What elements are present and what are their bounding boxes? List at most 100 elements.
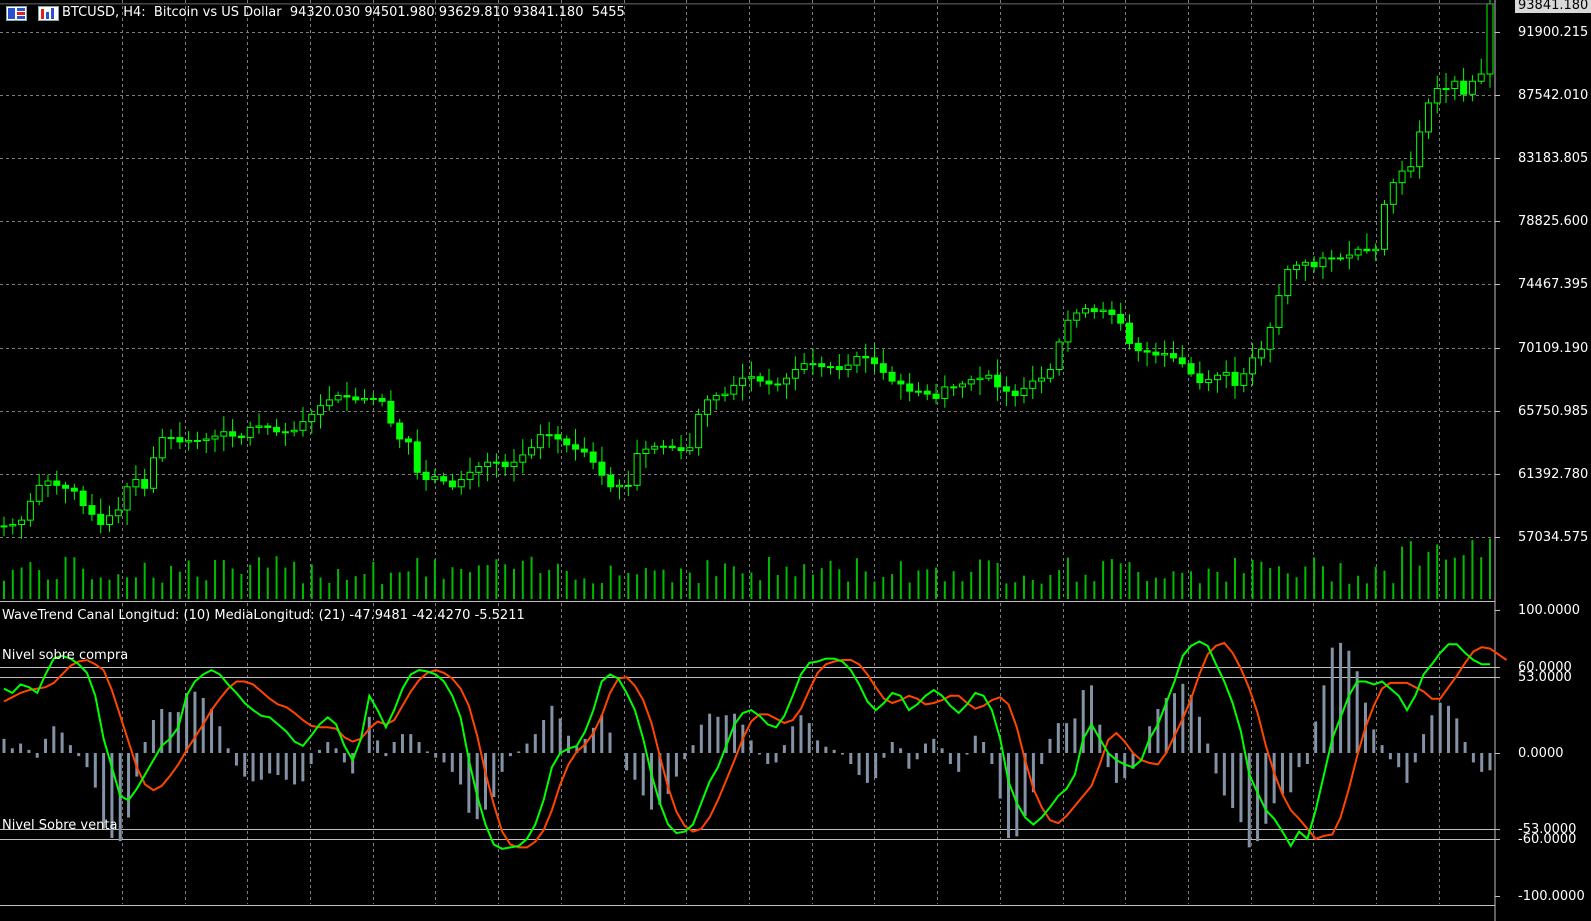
candle-body [1328,257,1336,260]
candle-body [484,461,492,468]
candle-body [1152,351,1160,356]
candle-body [800,363,808,370]
price-tick-label: 65750.985 [1518,403,1589,419]
candle-body [35,484,43,502]
price-tick-label: 91900.215 [1518,24,1589,40]
candle-body [1319,257,1327,268]
candle-body [281,431,289,434]
candle-body [448,480,456,488]
candle-body [932,393,940,399]
indicator-tick-label: 100.0000 [1518,602,1581,618]
candle-body [1038,377,1046,382]
candle-body [1082,308,1090,314]
candle-body [475,466,483,473]
candle-body [818,363,826,368]
wt2-line [3,641,1508,849]
candle-body [185,439,193,443]
candle-body [141,479,149,489]
candle-body [334,395,342,401]
candle-body [941,386,949,399]
candle-body [1293,264,1301,271]
candle-body [1099,309,1107,313]
price-tick-label: 83183.805 [1518,150,1589,166]
candle-body [1407,166,1415,172]
candle-body [62,484,70,489]
candle-body [1205,379,1213,384]
candle-body [774,383,782,386]
candle-body [1275,295,1283,328]
candle-body [1345,254,1353,259]
candle-body [202,438,210,441]
candle-body [18,519,26,525]
candle-body [607,474,615,488]
candle-body [686,447,694,452]
candle-body [211,435,219,440]
candle-body [783,377,791,385]
candle-body [563,438,571,446]
candle-body [906,383,914,392]
candle-body [1231,371,1239,386]
candle-body [791,368,799,379]
candle-body [1460,80,1468,95]
candle-body [1284,269,1292,297]
candle-body [1433,87,1441,104]
candle-body [9,523,17,527]
candle-body [914,390,922,393]
menu-icon[interactable] [6,6,27,21]
candle-body [633,452,641,486]
candle-body [1020,387,1028,397]
candle-body [1372,248,1380,252]
candle-body [1310,261,1318,268]
candle-body [440,476,448,482]
chart-canvas[interactable] [0,0,1591,921]
candle-body [572,444,580,450]
candle-body [106,515,114,525]
candle-body [1416,131,1424,168]
candle-body [598,461,606,476]
candle-body [730,384,738,395]
candle-body [994,374,1002,388]
candle-body [396,422,404,440]
candle-body [862,355,870,359]
candle-body [642,448,650,454]
candle-body [273,426,281,433]
candle-body [1301,261,1309,266]
candle-body [1354,248,1362,256]
candle-body [1424,102,1432,133]
price-tick-label: 57034.575 [1518,529,1589,545]
candle-body [739,377,747,386]
candle-body [1178,357,1186,365]
candle-body [229,431,237,437]
candle-body [149,457,157,489]
candle-body [756,376,764,382]
candle-body [835,366,843,370]
indicator-title: WaveTrend Canal Longitud: (10) MediaLong… [2,608,525,623]
candle-body [985,374,993,379]
candle-body [1196,373,1204,384]
indicator-tick-label: -100.0000 [1518,888,1585,904]
candle-body [413,441,421,473]
candle-body [1363,248,1371,252]
candle-body [844,364,852,370]
candle-body [1169,353,1177,359]
candle-body [79,490,87,507]
candle-body [519,454,527,463]
candle-body [897,380,905,385]
candle-body [369,397,377,400]
candle-body [255,425,263,428]
candle-body [1249,357,1257,375]
candle-body [510,461,518,468]
candle-body [659,445,667,448]
candle-body [1117,313,1125,324]
candle-body [967,379,975,385]
candle-body [1266,326,1274,350]
candle-body [237,435,245,439]
bar-chart-icon[interactable] [38,6,59,21]
candle-body [0,525,8,528]
candle-body [132,479,140,488]
candle-body [958,383,966,388]
candle-body [466,471,474,481]
candle-body [308,413,316,423]
candle-body [290,429,298,433]
candle-body [1240,373,1248,386]
